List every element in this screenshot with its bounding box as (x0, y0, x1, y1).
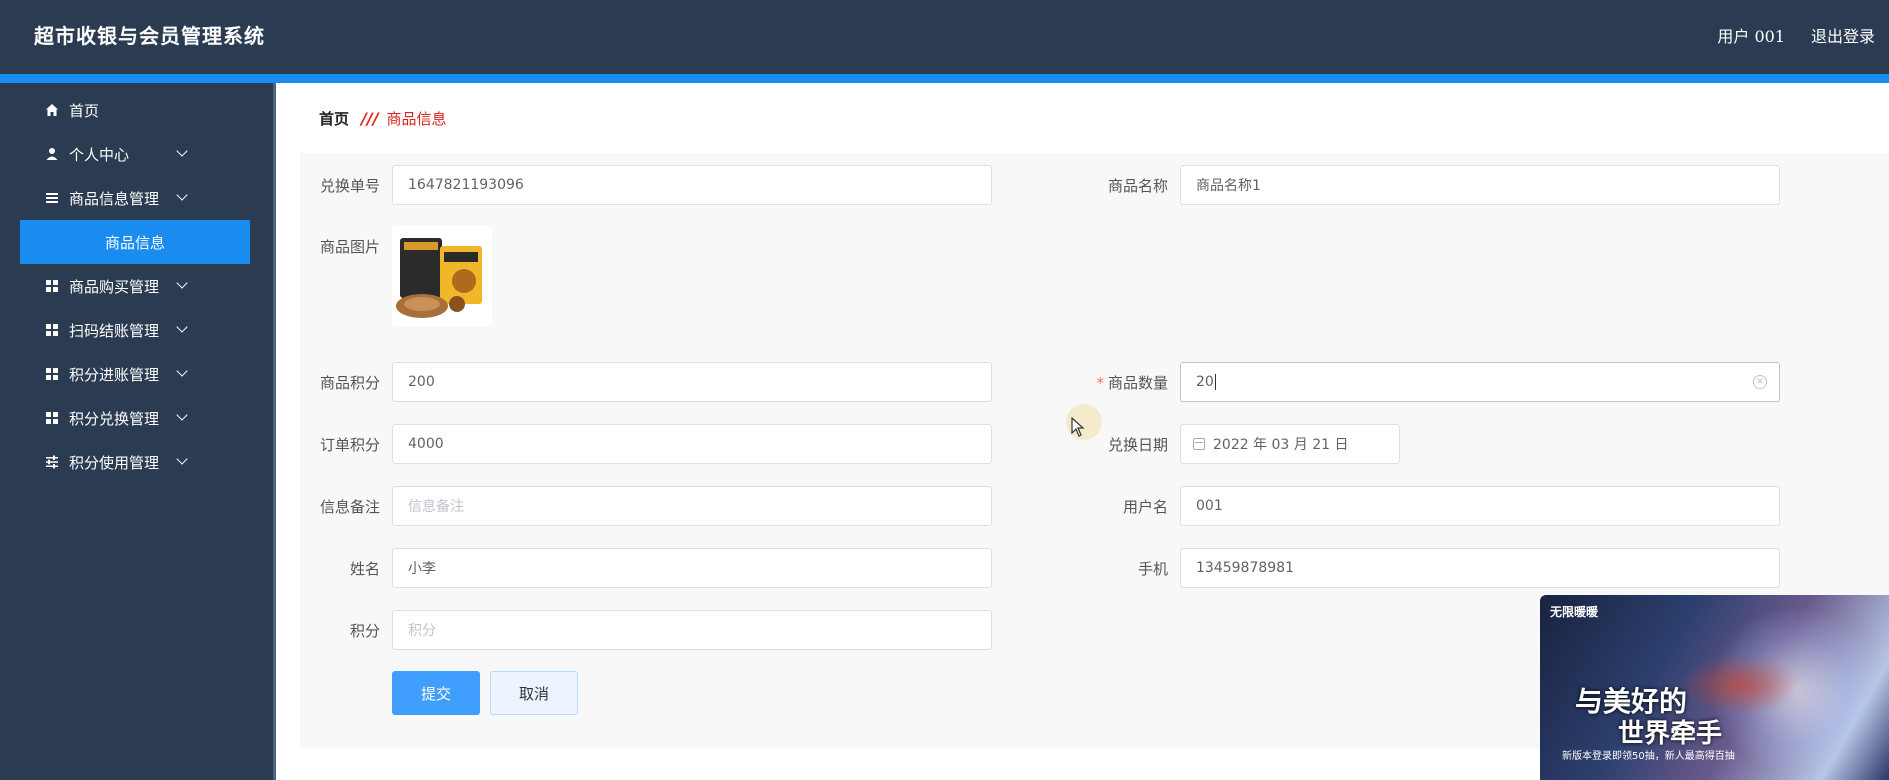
exchange-date-picker[interactable]: 2022 年 03 月 21 日 (1180, 424, 1400, 464)
sidebar-item-label: 个人中心 (69, 145, 130, 164)
cancel-button[interactable]: 取消 (490, 671, 578, 715)
chevron-down-icon (176, 145, 188, 157)
chevron-down-icon (176, 321, 188, 333)
username-label: 用户名 (1122, 498, 1168, 516)
sidebar-item-purchase[interactable]: 商品购买管理 (0, 266, 270, 306)
required-mark: * (1096, 374, 1104, 392)
sliders-icon (44, 454, 60, 470)
product-points-value: 200 (408, 374, 435, 390)
remark-label: 信息备注 (319, 498, 380, 516)
sidebar: 首页 个人中心 商品信息管理 商品信息 商品购买管理 扫码结账管理 积分进账管理 (0, 83, 276, 780)
sidebar-item-home[interactable]: 首页 (0, 90, 270, 130)
header-accent-bar (0, 74, 1889, 83)
product-quantity-label: * 商品数量 (1088, 372, 1168, 393)
exchange-date-label: 兑换日期 (1107, 436, 1168, 454)
clear-icon[interactable]: ✕ (1753, 375, 1767, 389)
sidebar-item-points-usage[interactable]: 积分使用管理 (0, 442, 270, 482)
submit-button[interactable]: 提交 (392, 671, 480, 715)
advertisement-popup[interactable]: 无限暖暖 与美好的 世界牵手 新版本登录即领50抽，新人最高得百抽 (1540, 595, 1889, 780)
product-name-label: 商品名称 (1107, 177, 1168, 195)
remark-placeholder: 信息备注 (408, 499, 464, 515)
exchange-no-value: 1647821193096 (408, 177, 524, 193)
product-image[interactable] (392, 226, 492, 326)
product-quantity-label-text: 商品数量 (1107, 374, 1168, 392)
name-value: 小李 (408, 561, 436, 577)
sidebar-item-label: 商品购买管理 (69, 277, 160, 296)
exchange-date-value: 2022 年 03 月 21 日 (1213, 437, 1349, 453)
grid-icon (44, 278, 60, 294)
username-input[interactable]: 001 (1180, 486, 1780, 526)
ad-headline-2: 世界牵手 (1618, 719, 1723, 749)
order-points-label: 订单积分 (319, 436, 380, 454)
app-title: 超市收银与会员管理系统 (34, 24, 265, 48)
grid-icon (44, 322, 60, 338)
sidebar-item-label: 首页 (69, 101, 100, 120)
sidebar-item-label: 扫码结账管理 (69, 321, 160, 340)
phone-value: 13459878981 (1196, 560, 1294, 576)
name-input[interactable]: 小李 (392, 548, 992, 588)
product-image-label: 商品图片 (319, 238, 380, 256)
user-icon (44, 146, 60, 162)
sidebar-item-label: 积分使用管理 (69, 453, 160, 472)
mouse-pointer-icon (1071, 416, 1085, 441)
sidebar-item-points-exchange[interactable]: 积分兑换管理 (0, 398, 270, 438)
order-points-value: 4000 (408, 436, 444, 452)
breadcrumb-home[interactable]: 首页 (319, 108, 349, 129)
sidebar-item-label: 商品信息管理 (69, 189, 160, 208)
points-placeholder: 积分 (408, 623, 436, 639)
sidebar-item-points-income[interactable]: 积分进账管理 (0, 354, 270, 394)
chevron-down-icon (176, 189, 188, 201)
remark-input[interactable]: 信息备注 (392, 486, 992, 526)
exchange-no-label: 兑换单号 (319, 177, 380, 195)
sidebar-item-checkout[interactable]: 扫码结账管理 (0, 310, 270, 350)
username-value: 001 (1196, 498, 1223, 514)
order-points-input[interactable]: 4000 (392, 424, 992, 464)
breadcrumb: 首页 /// 商品信息 (319, 108, 447, 129)
product-points-label: 商品积分 (319, 374, 380, 392)
product-name-input[interactable]: 商品名称1 (1180, 165, 1780, 205)
product-name-value: 商品名称1 (1196, 178, 1261, 194)
product-quantity-input[interactable]: 20 ✕ (1180, 362, 1780, 402)
chevron-down-icon (176, 453, 188, 465)
breadcrumb-current: 商品信息 (386, 110, 447, 128)
grid-icon (44, 410, 60, 426)
points-label: 积分 (349, 622, 380, 640)
name-label: 姓名 (349, 560, 380, 578)
breadcrumb-separator-icon: /// (361, 109, 379, 128)
calendar-icon (1193, 438, 1205, 450)
current-user-label: 用户 001 (1717, 27, 1785, 46)
text-caret (1214, 374, 1216, 390)
logout-link[interactable]: 退出登录 (1811, 23, 1875, 47)
home-icon (44, 102, 60, 118)
phone-input[interactable]: 13459878981 (1180, 548, 1780, 588)
top-header: 超市收银与会员管理系统 用户 001 退出登录 (0, 0, 1889, 74)
list-icon (44, 190, 60, 206)
sidebar-item-product-info[interactable]: 商品信息管理 (0, 178, 270, 218)
ad-logo: 无限暖暖 (1550, 605, 1599, 619)
product-points-input[interactable]: 200 (392, 362, 992, 402)
chevron-down-icon (176, 365, 188, 377)
points-input[interactable]: 积分 (392, 610, 992, 650)
sidebar-subitem-product-info[interactable]: 商品信息 (20, 220, 250, 264)
ad-artwork-figure (1680, 655, 1800, 715)
phone-label: 手机 (1137, 560, 1168, 578)
sidebar-item-profile[interactable]: 个人中心 (0, 134, 270, 174)
chevron-down-icon (176, 409, 188, 421)
product-quantity-value: 20 (1196, 374, 1214, 390)
ad-subtext: 新版本登录即领50抽，新人最高得百抽 (1562, 751, 1735, 762)
grid-icon (44, 366, 60, 382)
exchange-no-input[interactable]: 1647821193096 (392, 165, 992, 205)
chevron-down-icon (176, 277, 188, 289)
sidebar-item-label: 积分兑换管理 (69, 409, 160, 428)
sidebar-item-label: 积分进账管理 (69, 365, 160, 384)
